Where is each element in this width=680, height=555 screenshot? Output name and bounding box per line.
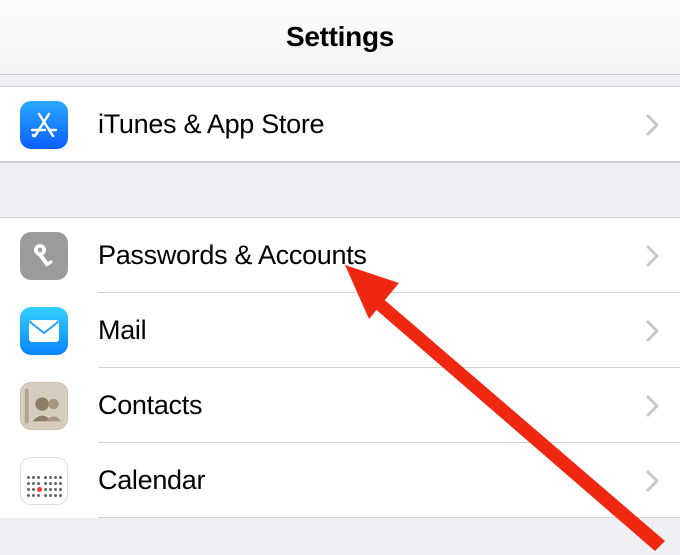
row-passwords-accounts[interactable]: Passwords & Accounts — [0, 218, 680, 293]
chevron-right-icon — [646, 470, 660, 492]
page-title: Settings — [286, 21, 394, 53]
section-separator — [0, 75, 680, 87]
chevron-right-icon — [646, 114, 660, 136]
settings-group-accounts: Passwords & Accounts Mail Contacts — [0, 218, 680, 518]
contacts-icon — [20, 382, 68, 430]
calendar-icon — [20, 457, 68, 505]
row-mail[interactable]: Mail — [0, 293, 680, 368]
row-label: Contacts — [98, 390, 646, 421]
chevron-right-icon — [646, 395, 660, 417]
chevron-right-icon — [646, 320, 660, 342]
appstore-icon — [20, 101, 68, 149]
settings-group-store: iTunes & App Store — [0, 87, 680, 162]
row-label: iTunes & App Store — [98, 109, 646, 140]
row-label: Mail — [98, 315, 646, 346]
row-contacts[interactable]: Contacts — [0, 368, 680, 443]
row-itunes-appstore[interactable]: iTunes & App Store — [0, 87, 680, 162]
row-calendar[interactable]: Calendar — [0, 443, 680, 518]
row-label: Calendar — [98, 465, 646, 496]
chevron-right-icon — [646, 245, 660, 267]
mail-icon — [20, 307, 68, 355]
header: Settings — [0, 0, 680, 75]
section-separator — [0, 162, 680, 218]
row-label: Passwords & Accounts — [98, 240, 646, 271]
key-icon — [20, 232, 68, 280]
